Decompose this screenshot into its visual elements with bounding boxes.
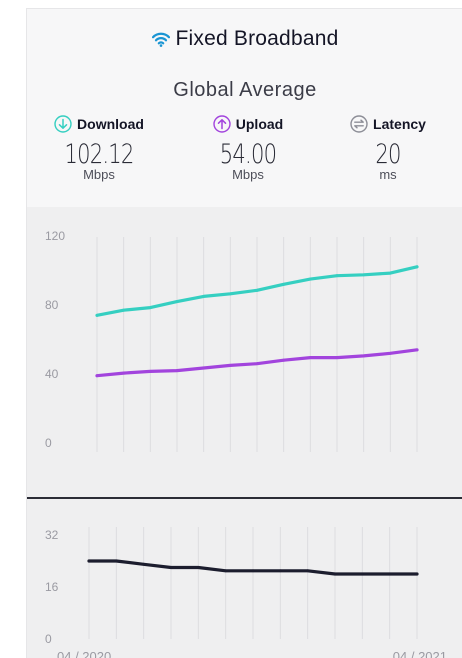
data-point-latency bbox=[114, 559, 118, 563]
data-point-download bbox=[148, 306, 152, 309]
data-point-latency bbox=[251, 569, 255, 573]
download-label-text: Download bbox=[77, 116, 144, 132]
data-point-download bbox=[362, 273, 366, 277]
data-point-download bbox=[308, 277, 312, 281]
data-point-download bbox=[255, 288, 259, 292]
metric-upload: Upload 54.00 Mbps bbox=[178, 115, 318, 182]
upload-value: 54.00 bbox=[219, 139, 277, 170]
data-point-upload bbox=[335, 356, 339, 360]
data-point-download bbox=[95, 313, 99, 317]
latency-icon bbox=[350, 115, 368, 133]
data-point-download bbox=[202, 294, 206, 298]
data-point-upload bbox=[388, 351, 392, 355]
data-point-latency bbox=[87, 559, 91, 563]
metric-download: Download 102.12 Mbps bbox=[29, 115, 169, 182]
data-point-latency bbox=[360, 572, 364, 576]
data-point-upload bbox=[282, 358, 286, 362]
data-point-upload bbox=[362, 354, 366, 358]
data-point-latency bbox=[169, 566, 173, 569]
metric-download-label: Download bbox=[29, 115, 169, 133]
data-point-latency bbox=[333, 572, 337, 576]
latency-label-text: Latency bbox=[373, 116, 426, 132]
data-point-latency bbox=[306, 569, 310, 573]
data-point-download bbox=[175, 300, 179, 303]
data-point-latency bbox=[415, 572, 419, 576]
y-tick-label: 80 bbox=[45, 298, 59, 312]
data-point-latency bbox=[224, 569, 228, 573]
data-point-upload bbox=[122, 371, 126, 375]
data-point-latency bbox=[278, 569, 282, 573]
y-tick-label: 0 bbox=[45, 632, 52, 646]
data-point-upload bbox=[228, 363, 232, 367]
latency-chart-svg: 0163204 / 2020 04 / 2021 bbox=[45, 527, 447, 658]
y-tick-label: 40 bbox=[45, 367, 59, 381]
y-tick-label: 0 bbox=[45, 436, 52, 450]
data-point-download bbox=[228, 292, 232, 296]
wifi-icon bbox=[151, 29, 170, 53]
data-point-upload bbox=[202, 366, 206, 370]
data-point-upload bbox=[255, 362, 259, 366]
data-point-upload bbox=[95, 374, 99, 378]
data-point-upload bbox=[415, 348, 419, 352]
download-arrow-icon bbox=[54, 115, 72, 133]
speed-chart: 0 40 80 120 bbox=[27, 207, 462, 497]
subtitle: Global Average bbox=[173, 79, 317, 101]
data-point-download bbox=[388, 271, 392, 275]
data-point-latency bbox=[388, 572, 392, 576]
broadband-card: Fixed Broadband Global Average Download … bbox=[26, 8, 462, 658]
y-tick-label: 16 bbox=[45, 580, 59, 594]
metric-upload-label: Upload bbox=[178, 115, 318, 133]
data-point-download bbox=[415, 265, 419, 269]
data-point-upload bbox=[148, 370, 152, 373]
card-title: Fixed Broadband bbox=[27, 27, 462, 53]
title-text: Fixed Broadband bbox=[175, 27, 339, 50]
data-point-download bbox=[335, 274, 339, 278]
metric-latency: Latency 20 ms bbox=[318, 115, 458, 182]
latency-value: 20 bbox=[375, 139, 401, 170]
y-tick-label: 120 bbox=[45, 229, 65, 243]
metric-latency-label: Latency bbox=[318, 115, 458, 133]
speed-chart-svg: 0 40 80 120 bbox=[45, 229, 419, 452]
upload-label-text: Upload bbox=[235, 116, 284, 132]
data-point-download bbox=[122, 308, 126, 312]
latency-chart: 0 16 32 04 / 2020 04 / 2021 bbox=[27, 499, 462, 658]
data-point-upload bbox=[308, 356, 312, 360]
card-header: Fixed Broadband Global Average Download … bbox=[27, 9, 462, 209]
download-value: 102.12 bbox=[64, 139, 134, 170]
y-tick-label: 32 bbox=[45, 528, 59, 542]
upload-arrow-icon bbox=[213, 115, 231, 133]
data-point-latency bbox=[142, 562, 146, 566]
data-point-latency bbox=[196, 566, 200, 569]
data-point-upload bbox=[175, 369, 179, 372]
data-point-download bbox=[282, 282, 286, 286]
